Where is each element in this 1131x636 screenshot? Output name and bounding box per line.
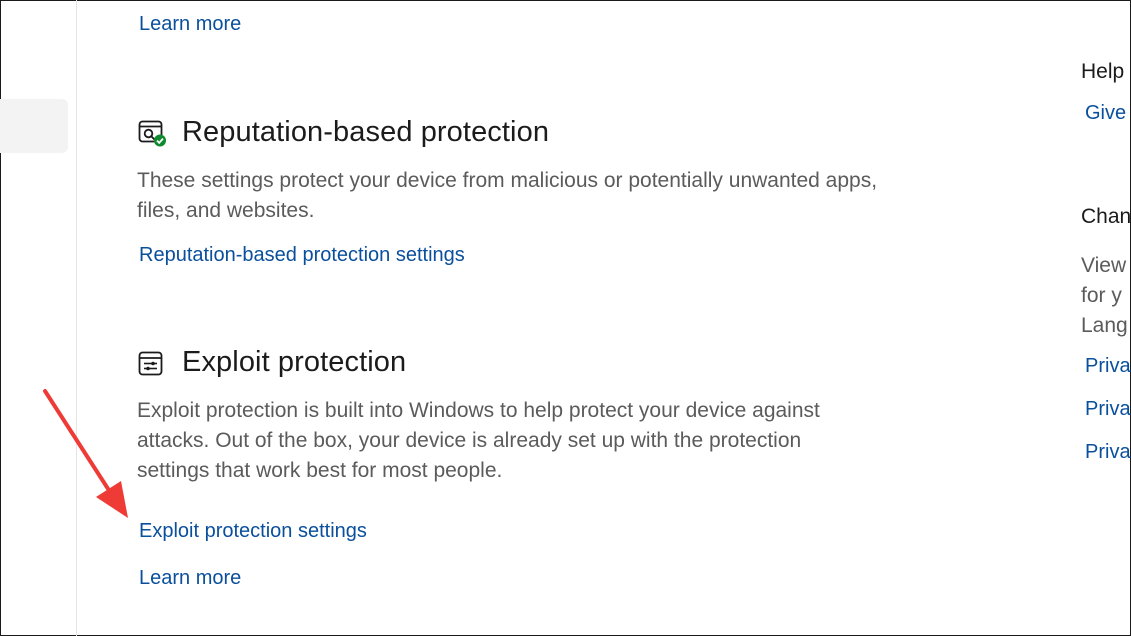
annotation-arrow-icon [43, 389, 128, 518]
